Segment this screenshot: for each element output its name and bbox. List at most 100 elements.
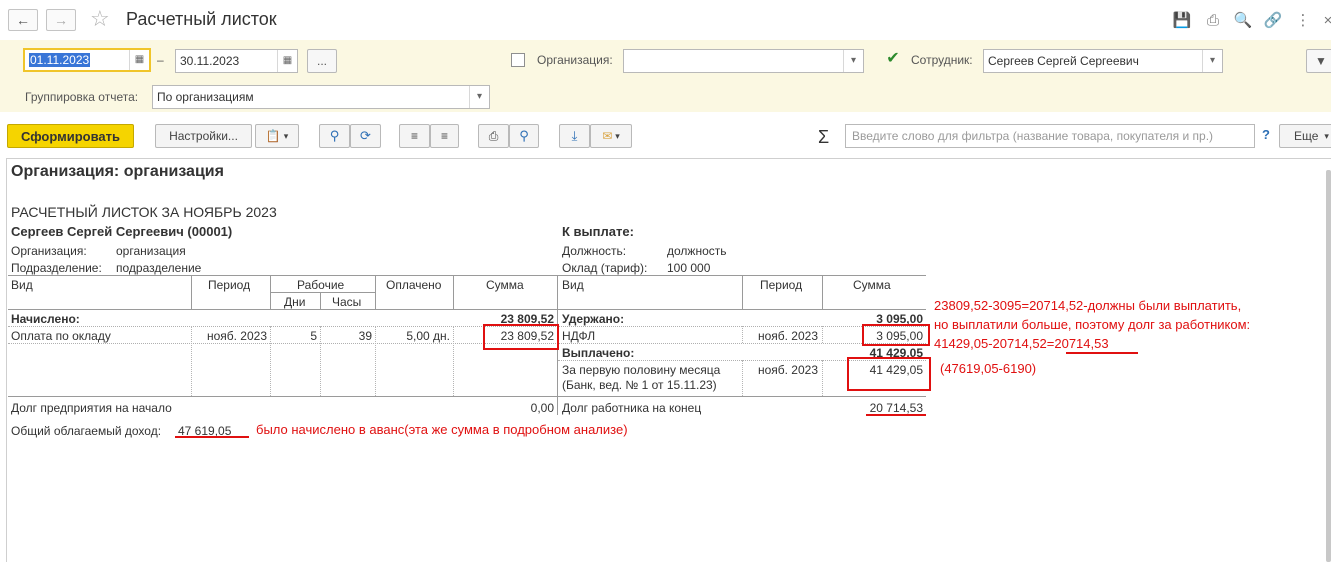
chevron-down-icon[interactable]: ▾ <box>843 50 863 72</box>
filter-icon: ▼ <box>1315 54 1327 68</box>
save-icon[interactable]: 💾 <box>1172 10 1192 30</box>
more-button[interactable]: Еще ▾ <box>1279 124 1331 148</box>
col-line-dotted <box>742 326 743 343</box>
dept-label: Подразделение: <box>11 261 102 275</box>
annotation-note2: (47619,05-6190) <box>940 361 1037 376</box>
org-select[interactable]: ▾ <box>623 49 864 73</box>
org-checkbox[interactable] <box>511 53 525 67</box>
dept-value: подразделение <box>116 261 202 275</box>
more-vertical-icon[interactable]: ⋮ <box>1293 10 1313 30</box>
employee-name: Сергеев Сергей Сергеевич (00001) <box>11 224 233 239</box>
debt-end-label: Долг работника на конец <box>562 401 702 415</box>
salary-value: 100 000 <box>667 261 711 275</box>
header-period: Период <box>208 278 251 292</box>
more-label: Еще <box>1294 129 1319 143</box>
table-bottom-border <box>8 396 926 397</box>
col-line <box>453 275 454 309</box>
withheld-label: Удержано: <box>562 312 625 326</box>
find-button[interactable]: ⚲ <box>319 124 350 148</box>
chevron-down-icon: ▾ <box>615 130 620 141</box>
col-line-dotted <box>375 326 376 396</box>
chevron-down-icon[interactable]: ▾ <box>1202 50 1222 72</box>
header-hours: Часы <box>332 295 362 309</box>
send-email-button[interactable]: ✉ ▾ <box>590 124 632 148</box>
favorite-star-icon[interactable]: ☆ <box>90 6 110 32</box>
settings-button[interactable]: Настройки... <box>155 124 252 148</box>
debt-end-value: 20 714,53 <box>869 401 923 415</box>
vertical-scrollbar[interactable] <box>1326 170 1331 562</box>
position-label: Должность: <box>562 244 627 258</box>
header-days: Дни <box>284 295 306 309</box>
row-divider <box>8 326 926 327</box>
col-line-dotted <box>822 360 823 396</box>
filter-button[interactable]: ▼ <box>1306 49 1331 73</box>
grouping-label: Группировка отчета: <box>25 90 139 104</box>
payment-period: нояб. 2023 <box>757 363 818 377</box>
chevron-down-icon[interactable]: ▾ <box>469 86 489 108</box>
header-amount: Сумма <box>486 278 524 292</box>
col-line-dotted <box>822 326 823 343</box>
print-button[interactable]: ⎙ <box>478 124 509 148</box>
chevron-down-icon: ▾ <box>1324 130 1329 141</box>
salary-label: Оклад (тариф): <box>562 261 648 275</box>
employee-checkbox-checked-icon[interactable]: ✔ <box>886 51 900 67</box>
grouping-select[interactable]: По организациям ▾ <box>152 85 490 109</box>
search-icon: ⚲ <box>329 128 340 143</box>
collapse-groups-button[interactable]: ≡ <box>430 124 459 148</box>
annotation-note1-line3: 41429,05-20714,52=20714,53 <box>934 336 1109 351</box>
help-button[interactable]: ? <box>1262 127 1270 142</box>
annotation-note3: было начислено в аванс(эта же сумма в по… <box>256 422 628 437</box>
download-icon: ⤓ <box>571 128 578 143</box>
params-panel: 01.11.2023 ▦ – 30.11.2023 ▦ ... Организа… <box>0 40 1331 112</box>
sum-icon[interactable]: Σ <box>818 127 829 148</box>
annotation-note1-line2: но выплатили больше, поэтому долг за раб… <box>934 317 1251 332</box>
col-line-dotted <box>453 326 454 396</box>
close-icon[interactable]: × <box>1318 10 1331 30</box>
col-line <box>191 275 192 309</box>
chevron-down-icon: ▾ <box>283 130 289 141</box>
find-next-button[interactable]: ⟳ <box>350 124 381 148</box>
employee-label: Сотрудник: <box>911 53 973 67</box>
col-line-dotted <box>320 326 321 396</box>
window-title: Расчетный листок <box>126 9 277 29</box>
annotation-underline-result <box>1066 352 1138 354</box>
row-divider <box>8 343 926 344</box>
debt-start-value: 0,00 <box>530 401 554 415</box>
org-info-value: организация <box>116 244 186 258</box>
report-title: РАСЧЕТНЫЙ ЛИСТОК ЗА НОЯБРЬ 2023 <box>11 204 277 220</box>
position-value: должность <box>667 244 727 258</box>
col-line-dotted <box>270 326 271 396</box>
header-working: Рабочие <box>297 278 345 292</box>
taxable-income-label: Общий облагаемый доход: <box>11 424 162 438</box>
variants-button[interactable]: 📋 ▾ <box>255 124 299 148</box>
period-select-button[interactable]: ... <box>307 49 337 73</box>
calendar-icon[interactable]: ▦ <box>129 50 149 70</box>
date-from-field[interactable]: 01.11.2023 ▦ <box>23 48 151 72</box>
date-to-field[interactable]: 30.11.2023 ▦ <box>175 49 298 73</box>
employee-select[interactable]: Сергеев Сергей Сергеевич ▾ <box>983 49 1223 73</box>
save-to-file-button[interactable]: ⤓ <box>559 124 590 148</box>
filter-search-input[interactable]: Введите слово для фильтра (название това… <box>845 124 1255 148</box>
header-kind: Вид <box>11 278 33 292</box>
calendar-icon[interactable]: ▦ <box>277 50 297 72</box>
accrual-paid: 5,00 дн. <box>406 329 450 343</box>
print-preview-button[interactable]: ⚲ <box>509 124 539 148</box>
link-icon[interactable]: 🔗 <box>1263 10 1283 30</box>
accrual-hours: 39 <box>358 329 372 343</box>
col-line <box>320 292 321 309</box>
accrued-label: Начислено: <box>11 312 80 326</box>
generate-button[interactable]: Сформировать <box>7 124 134 148</box>
expand-groups-button[interactable]: ≡ <box>399 124 430 148</box>
print-icon[interactable]: ⎙ <box>1203 10 1223 30</box>
preview-icon: ⚲ <box>519 128 529 143</box>
back-button[interactable]: ← <box>8 9 38 31</box>
org-info-label: Организация: <box>11 244 87 258</box>
employee-select-value: Сергеев Сергей Сергеевич <box>988 54 1139 68</box>
col-line <box>822 275 823 309</box>
preview-icon[interactable]: 🔍 <box>1233 10 1253 30</box>
forward-button[interactable]: → <box>46 9 76 31</box>
date-from-value: 01.11.2023 <box>29 53 91 67</box>
report-org-header: Организация: организация <box>11 163 224 180</box>
debt-start-label: Долг предприятия на начало <box>11 401 172 415</box>
grouping-select-value: По организациям <box>157 90 254 104</box>
